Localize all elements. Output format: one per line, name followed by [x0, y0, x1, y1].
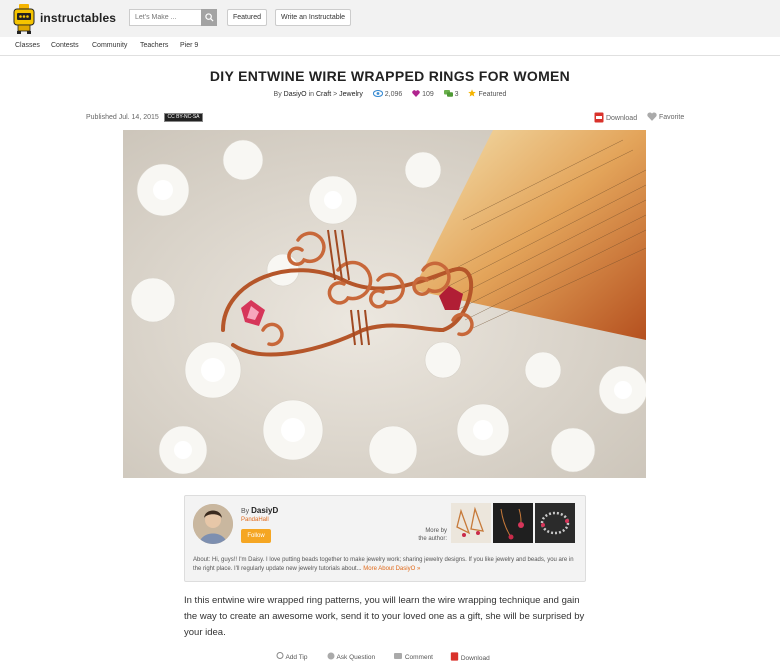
author-name[interactable]: DasiyD [251, 506, 278, 515]
more-by-line1: More by [425, 528, 447, 534]
author-project-thumb[interactable] [493, 503, 533, 543]
author-card: By DasiyD PandaHall Follow More by the a… [184, 495, 586, 582]
comments-icon [443, 90, 453, 97]
views-eye-icon [372, 89, 383, 98]
intro-paragraph: In this entwine wire wrapped ring patter… [184, 595, 585, 638]
favorites-count: 109 [422, 91, 434, 98]
author-link[interactable]: DasiyO [284, 91, 307, 98]
question-icon [327, 652, 335, 660]
nav-classes[interactable]: Classes [15, 42, 40, 49]
article-meta: By DasiyO in Craft > Jewelry 2,096 109 3… [0, 89, 780, 98]
robot-logo-icon[interactable] [10, 3, 38, 35]
write-instructable-button[interactable]: Write an Instructable [275, 9, 352, 26]
favorite-label[interactable]: Favorite [659, 114, 684, 121]
subcategory-link[interactable]: Jewelry [339, 91, 363, 98]
more-by-label: More by the author: [413, 527, 447, 543]
heart-outline-icon [647, 112, 657, 121]
author-subtitle[interactable]: PandaHall [241, 517, 269, 523]
page-title: DIY ENTWINE WIRE WRAPPED RINGS FOR WOMEN [209, 68, 571, 84]
sub-nav: Classes Contests Community Teachers Pier… [0, 37, 780, 56]
pdf-icon [594, 112, 604, 123]
favorite-link[interactable]: Favorite [647, 112, 684, 121]
search-button[interactable] [201, 9, 217, 26]
author-by-line: By DasiyD [241, 506, 278, 515]
author-about: About: Hi, guys!! I'm Daisy. I love putt… [193, 556, 579, 574]
license-badge[interactable]: CC BY-NC-SA [164, 113, 203, 122]
author-by-prefix: By [241, 508, 250, 515]
download-link[interactable]: Download [594, 112, 637, 123]
download-label[interactable]: Download [606, 115, 637, 122]
earring-thumb-icon [451, 503, 491, 543]
nav-teachers[interactable]: Teachers [140, 42, 168, 49]
nav-contests[interactable]: Contests [51, 42, 79, 49]
bracelet-thumb-icon [535, 503, 575, 543]
by-prefix: By [273, 91, 282, 98]
avatar[interactable] [193, 504, 233, 544]
author-project-thumb[interactable] [451, 503, 491, 543]
more-about-link[interactable]: More About DasiyO » [363, 566, 420, 572]
avatar-photo-icon [193, 504, 233, 544]
featured-label: Featured [478, 91, 507, 98]
in-word: in [308, 91, 315, 98]
jewelry-set-thumb-icon [493, 503, 533, 543]
download-action-label[interactable]: Download [461, 655, 490, 662]
top-bar: instructables Featured Write an Instruct… [0, 0, 780, 37]
comments-count: 3 [454, 91, 459, 98]
nav-community[interactable]: Community [92, 42, 127, 49]
nav-pier9[interactable]: Pier 9 [180, 42, 198, 49]
search-icon [204, 13, 214, 22]
more-by-line2: the author: [418, 536, 447, 542]
hero-image [123, 130, 646, 478]
featured-button[interactable]: Featured [227, 9, 268, 26]
star-icon [468, 89, 477, 97]
search-input[interactable] [129, 9, 202, 26]
comment-icon [394, 653, 402, 659]
logo-text[interactable]: instructables [40, 11, 116, 25]
views-count: 2,096 [384, 91, 403, 98]
download-action[interactable]: Download [450, 652, 490, 662]
breadcrumb-arrow: > [333, 91, 338, 98]
author-project-thumb[interactable] [535, 503, 575, 543]
follow-button[interactable]: Follow [241, 529, 271, 543]
lightbulb-icon [276, 652, 284, 659]
published-date: Published Jul. 14, 2015 [86, 114, 159, 121]
action-bar: Add Tip Ask Question Comment Download [0, 648, 780, 662]
ring-photo-illustration [123, 130, 646, 478]
heart-icon [412, 90, 420, 97]
category-link[interactable]: Craft [316, 91, 331, 98]
